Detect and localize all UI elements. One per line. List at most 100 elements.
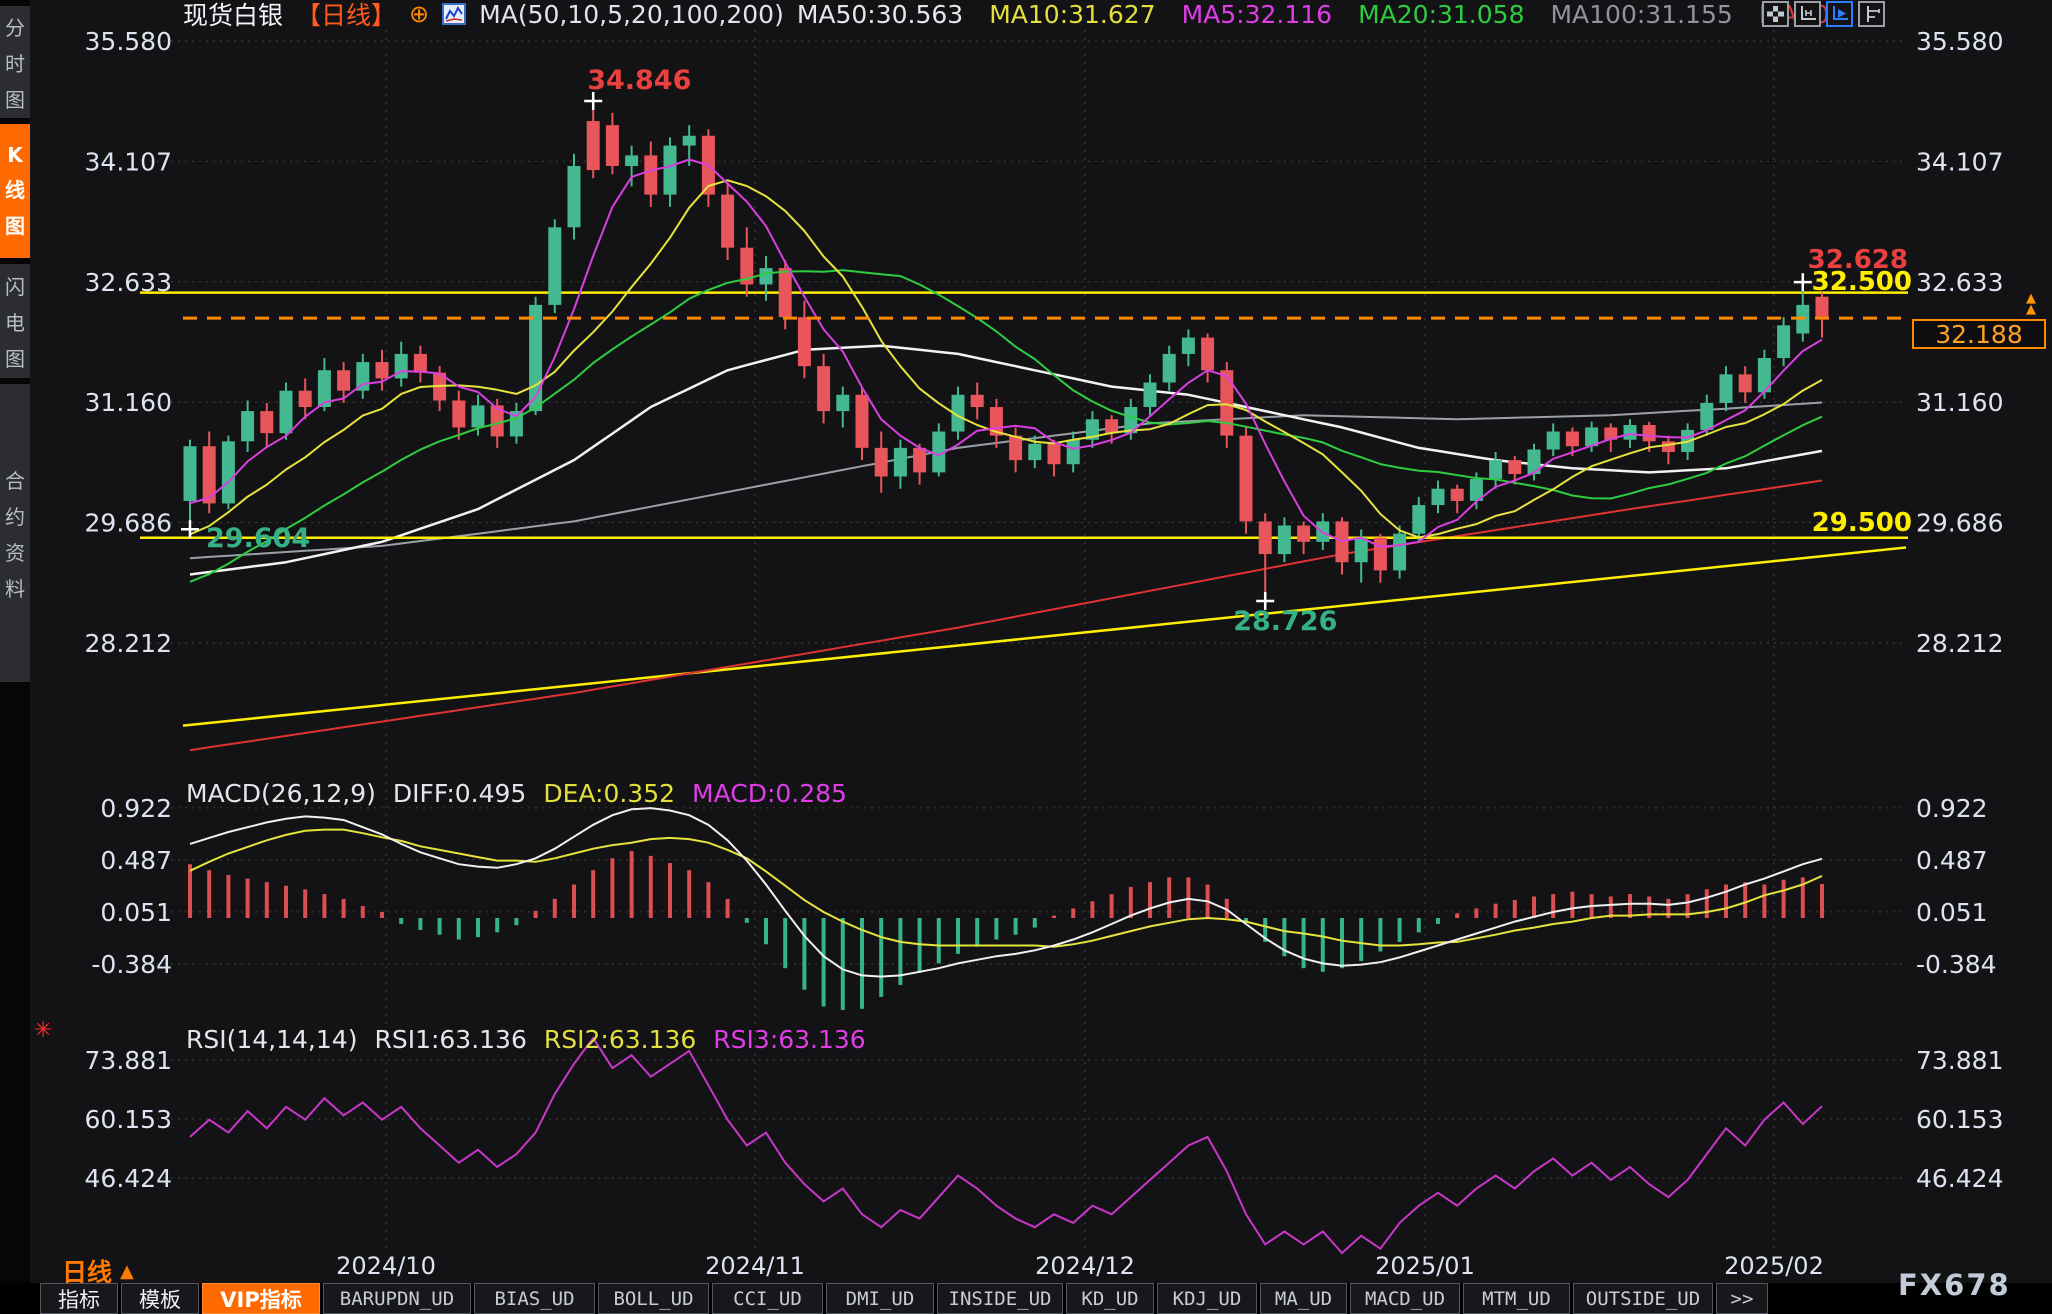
macd-bar xyxy=(380,912,384,918)
trendline[interactable] xyxy=(183,548,1906,726)
mini-chart-icon[interactable] xyxy=(442,3,466,25)
trading-app-window: 35.58035.58034.10734.10732.63332.63331.1… xyxy=(0,0,2052,1314)
candle xyxy=(1720,366,1733,411)
sidebar-tab-char: 时 xyxy=(5,48,25,77)
sidebar-tab-char: K xyxy=(7,143,23,167)
y-axis-label: 35.580 xyxy=(85,27,172,56)
footer-tab-KDJ_UD[interactable]: KDJ_UD xyxy=(1157,1283,1257,1314)
macd-bar xyxy=(514,918,518,925)
y-axis-label: 29.686 xyxy=(85,509,172,538)
macd-bar xyxy=(207,870,211,918)
candle xyxy=(568,154,581,240)
footer-tab-MA_UD[interactable]: MA_UD xyxy=(1260,1283,1347,1314)
footer-tab-VIP指标[interactable]: VIP指标 xyxy=(202,1283,320,1314)
sidebar-tab-合约资料[interactable]: 合约资料 xyxy=(0,384,30,682)
diff-line xyxy=(190,808,1822,977)
macd-bar xyxy=(438,918,442,935)
x-axis-label: 2025/02 xyxy=(1724,1252,1824,1280)
ma10-line xyxy=(190,180,1822,537)
macd-bar xyxy=(956,918,960,954)
footer-tab-INSIDE_UD[interactable]: INSIDE_UD xyxy=(937,1283,1063,1314)
candle xyxy=(1547,423,1560,456)
footer-tab-DMI_UD[interactable]: DMI_UD xyxy=(826,1283,934,1314)
crosshair-tool-icon[interactable] xyxy=(1762,1,1789,27)
candle xyxy=(740,227,753,296)
macd-bar xyxy=(1033,918,1037,928)
candle xyxy=(856,387,869,461)
candle xyxy=(1297,521,1310,554)
candle xyxy=(356,354,369,399)
macd-bar xyxy=(246,879,250,918)
y-axis-label: 60.153 xyxy=(1916,1105,2003,1134)
ma100-line xyxy=(190,403,1822,559)
y-axis-label: 34.107 xyxy=(1916,147,2003,176)
price-annotation: 34.846 xyxy=(587,65,691,96)
price-pane[interactable] xyxy=(140,92,1908,750)
footer-tab-MACD_UD[interactable]: MACD_UD xyxy=(1350,1283,1460,1314)
price-annotation: 28.726 xyxy=(1233,606,1337,637)
macd-pane[interactable] xyxy=(188,808,1824,1014)
sidebar-tab-char: 电 xyxy=(5,307,25,336)
footer-tab-OUTSIDE_UD[interactable]: OUTSIDE_UD xyxy=(1573,1283,1713,1314)
ma-value: MA5:32.116 xyxy=(1182,0,1332,29)
candle xyxy=(1163,346,1176,391)
sidebar-tab-char: 图 xyxy=(5,343,25,372)
axis-scale-icon[interactable] xyxy=(1794,1,1821,27)
macd-bar xyxy=(1532,896,1536,918)
footer-tab-模板[interactable]: 模板 xyxy=(121,1283,199,1314)
candle xyxy=(971,383,984,420)
sidebar-tab-分时图[interactable]: 分时图 xyxy=(0,6,30,118)
macd-bar xyxy=(1148,882,1152,918)
footer-tab-more[interactable]: >> xyxy=(1716,1283,1768,1314)
chart-canvas[interactable]: 35.58035.58034.10734.10732.63332.63331.1… xyxy=(0,0,2052,1314)
candle xyxy=(836,387,849,428)
footer-tab-BIAS_UD[interactable]: BIAS_UD xyxy=(474,1283,595,1314)
macd-bar xyxy=(265,882,269,918)
footer-tab-CCI_UD[interactable]: CCI_UD xyxy=(712,1283,823,1314)
macd-bar xyxy=(1551,894,1555,918)
macd-bar xyxy=(1186,877,1190,918)
sidebar-tab-K线图[interactable]: K线图 xyxy=(0,124,30,258)
y-axis-label: 35.580 xyxy=(1916,27,2003,56)
rsi-title: RSI(14,14,14) xyxy=(186,1025,357,1054)
macd-bar xyxy=(1167,877,1171,918)
macd-bar xyxy=(822,918,826,1006)
candle xyxy=(260,403,273,448)
macd-bar xyxy=(284,886,288,918)
sidebar-tab-char: 分 xyxy=(5,12,25,41)
candle xyxy=(222,436,235,510)
footer-tab-KD_UD[interactable]: KD_UD xyxy=(1066,1283,1154,1314)
macd-bar xyxy=(918,918,922,973)
candle xyxy=(1048,440,1061,477)
y-axis-label: 28.212 xyxy=(1916,629,2003,658)
add-overlay-icon[interactable]: ⊕ xyxy=(409,2,429,26)
sidebar-tab-char: 资 xyxy=(5,537,25,566)
macd-bar xyxy=(476,918,480,937)
footer-tab-BOLL_UD[interactable]: BOLL_UD xyxy=(598,1283,709,1314)
y-axis-label: 31.160 xyxy=(85,388,172,417)
ma-value: MA20:31.058 xyxy=(1358,0,1524,29)
macd-bar xyxy=(226,875,230,918)
ma-params-label: MA(50,10,5,20,100,200) xyxy=(479,0,784,29)
candle xyxy=(1201,333,1214,382)
macd-bar xyxy=(1494,904,1498,918)
sidebar-tab-闪电图[interactable]: 闪电图 xyxy=(0,264,30,378)
y-axis-label: 31.160 xyxy=(1916,388,2003,417)
rsi3-value: RSI3:63.136 xyxy=(713,1025,865,1054)
axis-play-icon-active[interactable] xyxy=(1826,1,1853,27)
footer-tab-指标[interactable]: 指标 xyxy=(40,1283,118,1314)
macd-bar xyxy=(1340,918,1344,968)
macd-bar xyxy=(1071,908,1075,918)
candle xyxy=(606,113,619,174)
macd-bar xyxy=(860,918,864,1009)
rsi-pane[interactable] xyxy=(190,1038,1822,1253)
sidebar-tab-char: 约 xyxy=(5,501,25,530)
sidebar-tab-char: 图 xyxy=(5,84,25,113)
candle xyxy=(702,129,715,207)
sidebar-tab-char: 料 xyxy=(5,573,25,602)
ma200-line xyxy=(190,481,1822,751)
price-axis-icon[interactable] xyxy=(1858,1,1885,27)
footer-tab-BARUPDN_UD[interactable]: BARUPDN_UD xyxy=(323,1283,471,1314)
candle xyxy=(1739,366,1752,403)
footer-tab-MTM_UD[interactable]: MTM_UD xyxy=(1463,1283,1570,1314)
